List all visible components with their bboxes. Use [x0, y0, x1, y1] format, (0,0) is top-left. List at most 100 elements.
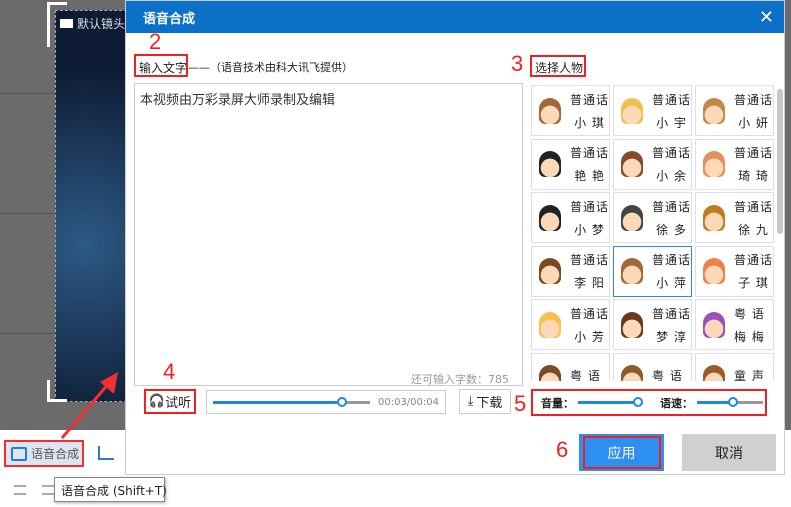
voice-language: 普通话	[734, 92, 774, 107]
dialog-title: 语音合成	[143, 11, 196, 27]
avatar-icon	[703, 204, 725, 231]
voice-language: 普通话	[734, 199, 774, 214]
voice-option[interactable]: 普通话徐 九	[695, 192, 774, 243]
avatar-icon	[621, 311, 643, 338]
voice-option[interactable]: 童 声	[695, 352, 774, 382]
speed-label: 语速：	[660, 396, 693, 410]
voice-option[interactable]: 普通话小 芳	[531, 299, 610, 350]
voice-language: 普通话	[570, 253, 610, 267]
tooltip: 语音合成 (Shift+T)	[54, 477, 167, 502]
voice-option[interactable]: 普通话小 琪	[531, 85, 610, 136]
voice-option[interactable]: 普通话梦 淳	[613, 299, 692, 350]
voice-scrollbar[interactable]	[777, 89, 783, 234]
voice-name: 小 琪	[574, 115, 605, 130]
voice-option[interactable]: 普通话小 余	[613, 138, 692, 190]
text-input[interactable]: 本视频由万彩录屏大师录制及编辑	[134, 83, 523, 386]
subtitle-icon[interactable]	[98, 446, 114, 460]
voice-language: 普通话	[734, 253, 774, 267]
annotation-number: 2	[149, 29, 162, 54]
voice-name: 小 余	[656, 169, 687, 183]
download-icon: ⤓	[467, 394, 474, 409]
avatar-icon	[703, 151, 725, 177]
dialog-titlebar: 语音合成 ✕	[126, 1, 784, 33]
avatar-icon	[703, 97, 725, 124]
voice-name: 李 阳	[574, 276, 605, 290]
voice-settings: 音量： 语速：	[531, 389, 767, 416]
avatar-icon	[621, 151, 643, 177]
headphones-icon: 🎧	[148, 394, 166, 409]
voice-option[interactable]: 普通话艳 艳	[531, 138, 610, 190]
zoom-out-icon[interactable]	[14, 485, 26, 495]
voice-label: 选择人物	[535, 61, 584, 75]
voice-name: 小 宇	[656, 115, 687, 130]
close-icon[interactable]: ✕	[759, 7, 774, 28]
avatar-icon	[539, 151, 561, 177]
voice-language: 童 声	[734, 368, 765, 382]
voice-name: 梦 淳	[656, 329, 687, 344]
voice-option[interactable]: 普通话李 阳	[531, 245, 610, 297]
voice-language: 普通话	[570, 306, 610, 321]
avatar-icon	[621, 258, 643, 284]
voice-option[interactable]: 普通话小 妍	[695, 85, 774, 136]
input-label: 输入文字	[139, 61, 188, 75]
listen-button[interactable]: 🎧 试听	[144, 389, 196, 414]
voice-name: 小 妍	[738, 115, 769, 130]
provider-note: ——（语音技术由科大讯飞提供）	[188, 61, 353, 74]
volume-slider[interactable]	[578, 397, 643, 407]
divider	[0, 93, 55, 94]
voice-language: 普通话	[570, 146, 610, 160]
avatar-icon	[539, 97, 561, 124]
voice-name: 小 萍	[656, 276, 687, 290]
voice-option[interactable]: 粤 语梅 梅	[695, 299, 774, 350]
voice-name: 子 琪	[738, 276, 769, 290]
playback-time: 00:03/00:04	[377, 396, 439, 408]
voice-language: 普通话	[734, 146, 774, 160]
voice-grid: 普通话小 琪普通话小 宇普通话小 妍普通话艳 艳普通话小 余普通话琦 琦普通话小…	[527, 83, 777, 381]
remaining-count: 还可输入字数：785	[411, 373, 509, 386]
speed-knob[interactable]	[728, 397, 739, 407]
audio-player: 00:03/00:04	[206, 390, 446, 414]
annotation-arrow	[60, 372, 118, 439]
listen-label: 试听	[165, 396, 192, 411]
tts-icon	[11, 446, 27, 461]
voice-option[interactable]: 粤 语	[613, 352, 692, 381]
annotation-number: 5	[514, 391, 527, 416]
avatar-icon	[703, 258, 725, 284]
tts-label: 语音合成	[31, 447, 80, 461]
camera-label: 默认镜头	[60, 15, 125, 32]
camera-text: 默认镜头	[77, 17, 126, 31]
divider	[0, 213, 55, 214]
volume-knob[interactable]	[633, 397, 643, 407]
crop-handle[interactable]	[47, 2, 67, 47]
video-preview[interactable]	[55, 10, 127, 402]
voice-name: 小 芳	[574, 329, 605, 344]
voice-language: 普通话	[652, 92, 692, 107]
voice-option[interactable]: 普通话小 萍	[613, 245, 692, 297]
download-button[interactable]: ⤓ 下载	[459, 389, 511, 414]
voice-name: 小 梦	[574, 222, 605, 237]
voice-option[interactable]: 普通话小 宇	[613, 85, 692, 136]
voice-option[interactable]: 普通话徐 多	[613, 192, 692, 243]
avatar-icon	[621, 204, 643, 231]
playback-knob[interactable]	[336, 396, 347, 407]
tts-dialog: 语音合成 ✕ 2 输入文字 ——（语音技术由科大讯飞提供） 3 选择人物 本视频由…	[125, 0, 785, 475]
voice-language: 普通话	[570, 199, 610, 214]
download-label: 下载	[476, 396, 503, 411]
voice-option[interactable]: 普通话琦 琦	[695, 138, 774, 190]
voice-option[interactable]: 普通话子 琪	[695, 245, 774, 297]
playback-slider[interactable]	[213, 396, 370, 407]
voice-language: 普通话	[652, 306, 692, 321]
avatar-icon	[539, 311, 561, 338]
tts-toolbar-button[interactable]: 语音合成	[4, 440, 84, 467]
annotation-number: 3	[511, 51, 524, 76]
annotation-box	[583, 436, 661, 469]
speed-slider[interactable]	[697, 397, 763, 407]
voice-option[interactable]: 普通话小 梦	[531, 192, 610, 243]
apply-button[interactable]: 应用	[579, 434, 664, 471]
voice-name: 琦 琦	[738, 169, 769, 183]
avatar-icon	[539, 258, 561, 284]
cancel-button[interactable]: 取消	[682, 434, 776, 471]
avatar-icon	[703, 365, 725, 381]
zoom-in-icon[interactable]	[42, 485, 54, 495]
voice-option[interactable]: 粤 语	[531, 352, 610, 381]
